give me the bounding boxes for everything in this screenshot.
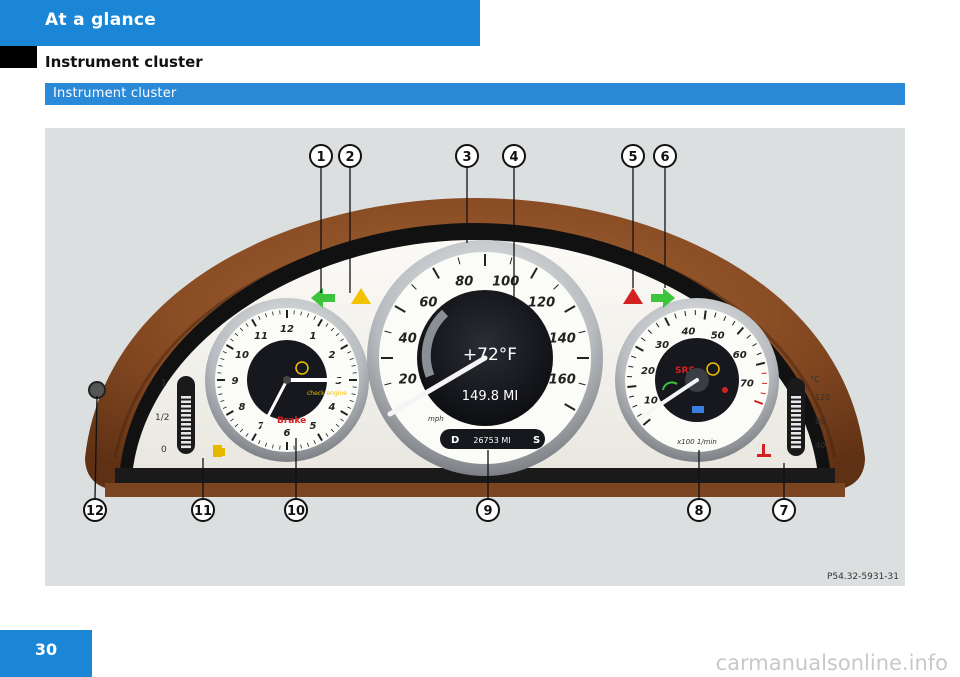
fuel-bar-segment [181, 418, 191, 422]
fuel-label-half: 1/2 [155, 413, 169, 423]
seatbelt-icon [722, 387, 728, 393]
headlight-icon [692, 406, 704, 413]
tach-label: 60 [733, 350, 747, 361]
clock-number: 2 [329, 350, 336, 361]
tach-label: 50 [711, 330, 725, 341]
speed-label: 100 [492, 275, 519, 290]
speed-label: 80 [455, 275, 473, 290]
fuel-bar-segment [181, 432, 191, 435]
fuel-bar-segment [181, 423, 191, 426]
tach-label: 70 [740, 379, 754, 390]
coolant-bar-segment [791, 445, 801, 449]
coolant-bar-segment [791, 436, 801, 440]
tachometer: 10203040 506070 SRS x100 1/min [615, 298, 779, 462]
speed-label: 160 [549, 373, 576, 388]
coolant-label-40: 40 [815, 441, 825, 450]
callout-number: 7 [779, 504, 788, 519]
corner-marker [0, 46, 37, 68]
speed-label: 120 [528, 295, 555, 310]
tach-unit-label: x100 1/min [676, 438, 717, 446]
outside-temperature: +72°F [463, 345, 517, 365]
section-heading: Instrument cluster [45, 53, 203, 71]
coolant-unit-label: °C [810, 375, 820, 384]
speed-label: 20 [399, 373, 417, 388]
clock-number: 6 [284, 428, 291, 439]
coolant-bar-segment [791, 405, 801, 408]
callout-number: 4 [509, 150, 518, 165]
clock-number: 1 [310, 331, 317, 342]
watermark-text: carmanualsonline.info [715, 651, 948, 675]
chapter-header: At a glance [0, 0, 480, 46]
coolant-bar-segment [791, 432, 801, 435]
coolant-bar-segment [791, 396, 801, 399]
clock-number: 4 [328, 402, 336, 413]
fuel-label-empty: 0 [161, 445, 167, 455]
fuel-bar-segment [181, 409, 191, 413]
speed-label: 60 [419, 295, 437, 310]
speed-label: 40 [398, 331, 417, 346]
figure-code: P54.32-5931-31 [826, 572, 899, 582]
callout-number: 9 [483, 504, 492, 519]
tach-tick [627, 385, 637, 388]
coolant-bar-segment [791, 418, 801, 422]
clock-gauge: 121234567891011 check engine Brake [205, 298, 369, 462]
check-engine-label: check engine [307, 390, 347, 397]
fuel-bar-segment [181, 445, 191, 449]
fuel-bar-segment [181, 405, 191, 408]
coolant-bar-segment [791, 423, 801, 426]
tach-label: 10 [644, 395, 658, 406]
clock-number: 8 [238, 402, 245, 413]
callout-number: 10 [287, 504, 305, 519]
coolant-label-120: 120 [815, 393, 830, 402]
callout-number: 2 [345, 150, 354, 165]
callout-number: 5 [628, 150, 637, 165]
callout-number: 6 [660, 150, 669, 165]
cluster-illustration: 1 1/2 0 °C 120 80 40 121234567891011 [83, 144, 865, 522]
total-odometer: 26753 MI [473, 436, 510, 445]
fuel-label-full: 1 [161, 379, 167, 389]
fuel-bar-segment [181, 414, 191, 417]
fuel-bar-segment [181, 436, 191, 440]
instrument-cluster-figure: 1 1/2 0 °C 120 80 40 121234567891011 [45, 128, 905, 586]
callout-number: 1 [316, 150, 325, 165]
gear-indicator-s: S [533, 435, 540, 446]
clock-number: 5 [310, 421, 317, 432]
fuel-bar-segment [181, 396, 191, 399]
clock-number: 9 [232, 376, 239, 387]
brake-warning-label: Brake [277, 416, 306, 426]
gear-indicator-d: D [451, 435, 459, 446]
coolant-bar-segment [791, 414, 801, 417]
callout-number: 3 [462, 150, 471, 165]
section-title-bar: Instrument cluster [45, 83, 905, 105]
fuel-bar-segment [181, 400, 191, 404]
clock-number: 12 [280, 324, 294, 335]
reset-knob [88, 381, 106, 399]
speed-label: 140 [549, 331, 576, 346]
trip-odometer: 149.8 MI [462, 389, 518, 404]
tach-label: 40 [680, 327, 695, 338]
callout-number: 11 [194, 504, 212, 519]
speedometer: 20406080 100120140160 +72°F 149.8 MI mph … [367, 240, 603, 476]
tach-label: 20 [641, 366, 655, 377]
tach-label: 30 [655, 340, 669, 351]
coolant-bar-segment [791, 441, 801, 444]
speed-unit-label: mph [428, 415, 444, 423]
coolant-bar-segment [791, 409, 801, 413]
coolant-label-80: 80 [815, 417, 825, 426]
callout-number: 8 [694, 504, 703, 519]
clock-number: 11 [254, 331, 268, 342]
fuel-bar-segment [181, 427, 191, 431]
coolant-bar-segment [791, 427, 801, 431]
fuel-bar-segment [181, 441, 191, 444]
page-number: 30 [0, 630, 92, 677]
callout-number: 12 [86, 504, 104, 519]
tach-tick [703, 310, 707, 320]
clock-number: 10 [235, 350, 249, 361]
coolant-bar-segment [791, 400, 801, 404]
